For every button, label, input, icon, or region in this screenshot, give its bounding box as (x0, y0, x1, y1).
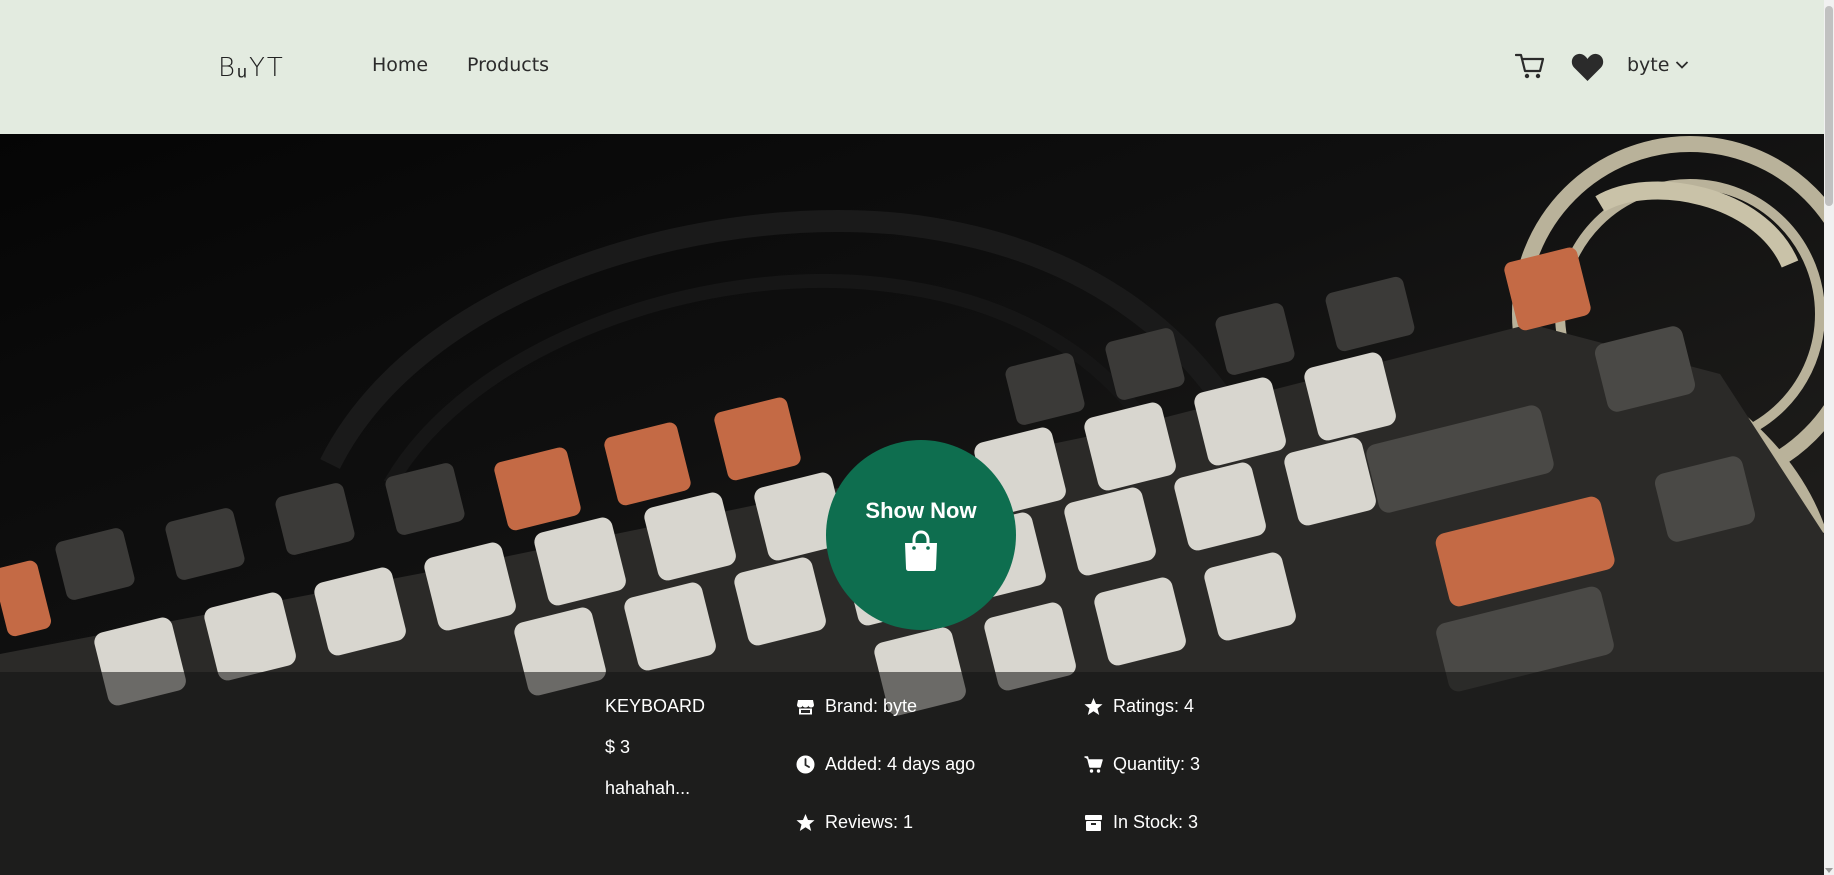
nav-home-link[interactable]: Home (372, 54, 428, 76)
page: BᵤYT Home Products byte Show Now KEYBOAR… (0, 0, 1834, 875)
star-icon (796, 814, 815, 831)
star-icon (1084, 698, 1103, 715)
show-now-label: Show Now (865, 498, 977, 523)
reviews-text: Reviews: 1 (825, 812, 914, 832)
product-info-bar: KEYBOARD $ 3 hahahah... Brand: byte Adde… (0, 672, 1824, 875)
quantity-info: Quantity: 3 (1084, 754, 1200, 775)
page-scrollbar[interactable] (1824, 0, 1834, 875)
added-text: Added: 4 days ago (825, 754, 976, 774)
chevron-down-icon (1676, 61, 1689, 69)
brand-logo[interactable]: BᵤYT (218, 52, 285, 83)
nav-products-link[interactable]: Products (467, 54, 549, 76)
product-price: $ 3 (605, 737, 631, 757)
scroll-down-arrow-icon[interactable] (1825, 868, 1833, 873)
cart-icon[interactable] (1515, 52, 1545, 80)
reviews-info: Reviews: 1 (796, 812, 913, 833)
brand-info: Brand: byte (796, 696, 917, 717)
user-name: byte (1627, 54, 1670, 76)
quantity-text: Quantity: 3 (1113, 754, 1201, 774)
store-icon (797, 700, 814, 715)
product-description: hahahah... (605, 778, 691, 798)
heart-icon[interactable] (1571, 52, 1604, 82)
ratings-info: Ratings: 4 (1084, 696, 1194, 717)
box-icon (1085, 815, 1102, 831)
shopping-bag-icon (905, 530, 937, 571)
added-info: Added: 4 days ago (796, 754, 975, 775)
stock-text: In Stock: 3 (1113, 812, 1199, 832)
show-now-button[interactable]: Show Now (826, 440, 1016, 630)
ratings-text: Ratings: 4 (1113, 696, 1195, 716)
product-name: KEYBOARD (605, 696, 706, 716)
scrollbar-thumb[interactable] (1825, 6, 1833, 206)
stock-info: In Stock: 3 (1084, 812, 1198, 833)
clock-icon (796, 755, 815, 774)
top-navbar: BᵤYT Home Products byte (0, 0, 1824, 134)
hero-banner: Show Now KEYBOARD $ 3 hahahah... Brand: … (0, 134, 1824, 875)
cart-icon (1084, 756, 1103, 773)
user-menu-dropdown[interactable]: byte (1627, 54, 1689, 76)
brand-text: Brand: byte (825, 696, 918, 716)
